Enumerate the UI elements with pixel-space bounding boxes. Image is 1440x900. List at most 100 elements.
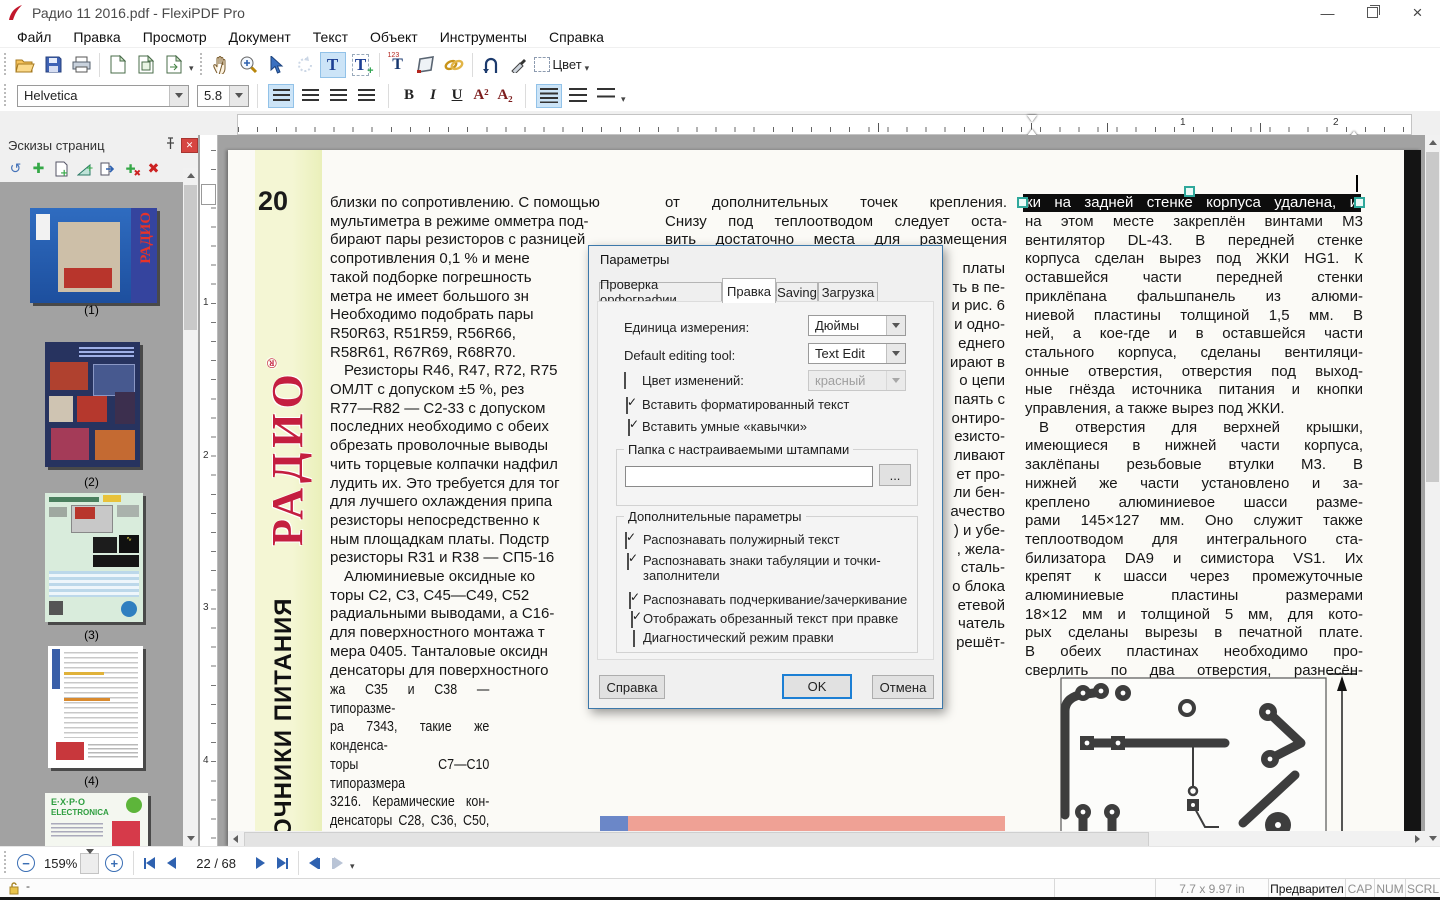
cancel-button[interactable]: Отмена — [872, 675, 934, 699]
scroll-right-arrow[interactable] — [1410, 831, 1425, 846]
menu-help[interactable]: Справка — [538, 27, 615, 47]
menu-edit[interactable]: Правка — [62, 27, 131, 47]
align-right-button[interactable] — [326, 85, 350, 107]
line-spacing-medium-button[interactable] — [566, 85, 590, 107]
thumbnails-scroll-up[interactable] — [183, 168, 198, 183]
select-tool-button[interactable] — [264, 52, 290, 78]
show-clipped-checkbox[interactable] — [631, 611, 633, 628]
menu-file[interactable]: Файл — [6, 27, 62, 47]
link-tool-button[interactable] — [441, 52, 467, 78]
status-scroll[interactable]: SCRL — [1405, 879, 1440, 898]
next-page-button[interactable] — [256, 857, 265, 869]
status-num[interactable]: NUM — [1374, 879, 1405, 898]
stamp-folder-input[interactable] — [625, 466, 873, 487]
hand-tool-button[interactable] — [208, 52, 234, 78]
subscript-button[interactable]: A₂ — [493, 87, 517, 104]
paste-formatted-checkbox[interactable] — [626, 397, 628, 414]
selection-handle-right[interactable] — [1354, 197, 1365, 208]
vertical-ruler[interactable]: 1 2 3 4 — [200, 135, 218, 846]
export-page-button[interactable] — [96, 159, 119, 179]
page-tools-dropdown[interactable]: ▾ — [189, 64, 194, 74]
thumbnails-scrollbar[interactable] — [183, 168, 198, 846]
print-button[interactable] — [68, 52, 94, 78]
status-caps[interactable]: CAP — [1345, 879, 1374, 898]
rotate-page-button[interactable]: ↺ — [4, 159, 27, 179]
zoom-in-button[interactable]: + — [105, 854, 123, 872]
navbar-grip[interactable] — [3, 851, 8, 875]
horizontal-ruler[interactable]: 1 2 — [237, 114, 1412, 135]
insert-page-button[interactable]: + — [50, 159, 73, 179]
open-button[interactable] — [12, 52, 38, 78]
history-dropdown[interactable]: ▾ — [350, 862, 355, 872]
delete-page-button[interactable]: ✖ — [142, 159, 165, 179]
bold-button[interactable]: B — [397, 87, 421, 104]
toolbar-grip2[interactable] — [199, 53, 204, 77]
format-toolbar-grip[interactable] — [3, 84, 8, 108]
first-page-button[interactable] — [144, 857, 155, 869]
view-forward-button[interactable] — [332, 857, 343, 869]
superscript-button[interactable]: A² — [469, 87, 493, 104]
align-left-button[interactable] — [268, 84, 294, 108]
tab-spellcheck[interactable]: Проверка орфографии — [599, 282, 722, 302]
scroll-down-arrow[interactable] — [1425, 831, 1440, 846]
ok-button[interactable]: OK — [782, 674, 852, 699]
tool-select[interactable]: Text Edit — [808, 343, 906, 364]
toolbar-grip[interactable] — [3, 53, 8, 77]
ruler-origin-box[interactable] — [201, 184, 216, 205]
line-spacing-loose-button[interactable] — [594, 85, 618, 107]
prev-page-button[interactable] — [167, 857, 176, 869]
detect-bold-checkbox[interactable] — [625, 532, 627, 549]
close-button[interactable]: × — [1395, 0, 1440, 25]
last-page-button[interactable] — [277, 857, 288, 869]
restore-button[interactable] — [1350, 0, 1395, 25]
align-justify-button[interactable] — [354, 85, 378, 107]
panel-close-button[interactable]: ✕ — [181, 138, 198, 153]
line-spacing-tight-button[interactable] — [536, 84, 562, 108]
add-page-button[interactable]: ✚ — [27, 159, 50, 179]
unit-select[interactable]: Дюймы — [808, 315, 906, 336]
detect-tabs-checkbox[interactable] — [627, 553, 629, 570]
save-button[interactable] — [40, 52, 66, 78]
crop-tool-button[interactable] — [413, 52, 439, 78]
zoom-tool-button[interactable] — [236, 52, 262, 78]
color-swatch[interactable] — [534, 52, 550, 78]
delete-insert-button[interactable]: ✚ ✖ — [119, 159, 142, 179]
menu-document[interactable]: Документ — [218, 27, 302, 47]
numbering-tool-button[interactable]: T 123 — [385, 52, 411, 78]
vertical-scrollbar[interactable] — [1425, 135, 1440, 846]
menu-text[interactable]: Текст — [302, 27, 359, 47]
minimize-button[interactable]: — — [1305, 0, 1350, 25]
thumbnail-page-2[interactable] — [45, 342, 140, 467]
color-change-checkbox[interactable] — [624, 372, 626, 389]
selection-handle-top[interactable] — [1184, 186, 1195, 197]
eyedropper-tool-button[interactable] — [506, 52, 532, 78]
rotate-tool-button[interactable] — [292, 52, 318, 78]
pin-icon[interactable] — [165, 137, 176, 153]
font-family-select[interactable]: Helvetica — [17, 85, 189, 107]
scan-page-button[interactable]: + — [73, 159, 96, 179]
horizontal-scrollbar[interactable] — [228, 831, 1425, 846]
text-edit-tool-button[interactable]: T — [320, 52, 346, 78]
menu-tools[interactable]: Инструменты — [429, 27, 538, 47]
add-text-tool-button[interactable]: T + — [348, 52, 374, 78]
zoom-out-button[interactable]: − — [17, 854, 35, 872]
scroll-up-arrow[interactable] — [1425, 135, 1440, 150]
zoom-dropdown[interactable] — [80, 853, 99, 874]
tab-loading[interactable]: Загрузка — [818, 282, 878, 302]
options-dialog[interactable]: Параметры Проверка орфографии Правка Sav… — [588, 245, 943, 709]
menu-view[interactable]: Просмотр — [132, 27, 218, 47]
tab-edit[interactable]: Правка — [722, 278, 776, 303]
extract-page-button[interactable] — [161, 52, 187, 78]
detect-underline-checkbox[interactable] — [629, 592, 631, 609]
menu-object[interactable]: Объект — [359, 27, 429, 47]
italic-button[interactable]: I — [421, 87, 445, 104]
tab-saving[interactable]: Saving — [776, 282, 818, 302]
thumbnail-page-1[interactable]: РАДИО — [30, 208, 157, 303]
diagnostic-mode-checkbox[interactable] — [633, 630, 635, 647]
vscroll-thumb[interactable] — [1426, 152, 1439, 482]
view-back-button[interactable] — [309, 857, 320, 869]
import-page-button[interactable] — [133, 52, 159, 78]
thumbnail-page-5[interactable]: E·X·P·O ELECTRONICA — [45, 793, 148, 846]
selection-handle-left[interactable] — [1017, 197, 1028, 208]
line-spacing-dropdown[interactable]: ▾ — [621, 95, 626, 105]
